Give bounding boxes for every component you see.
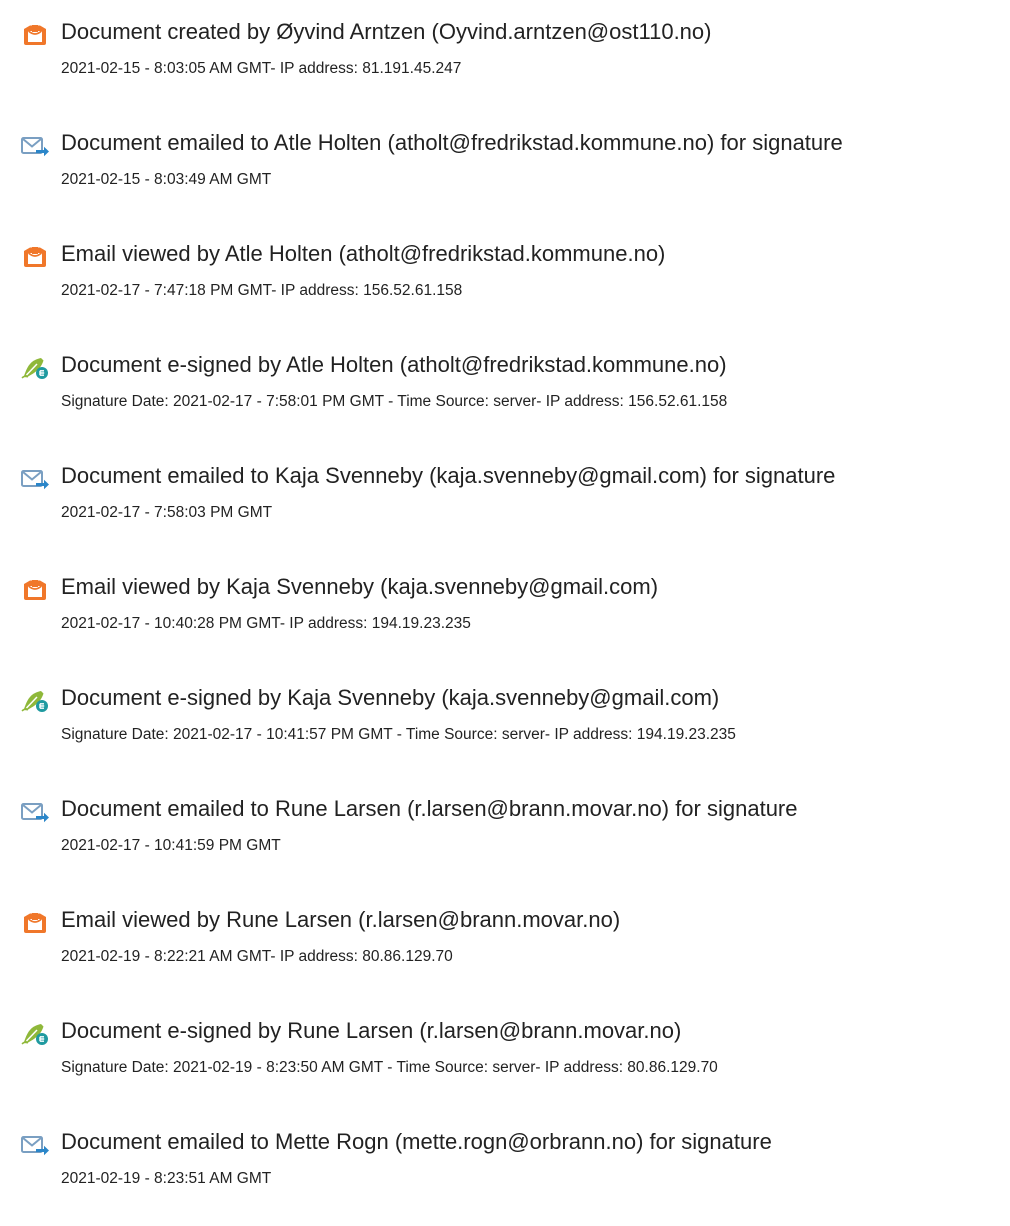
audit-event: Document e-signed by Atle Holten (atholt… <box>0 333 1010 429</box>
audit-event: Document emailed to Atle Holten (atholt@… <box>0 111 1010 207</box>
event-title: Document e-signed by Rune Larsen (r.lars… <box>61 1018 682 1043</box>
event-detail: Signature Date: 2021-02-17 - 10:41:57 PM… <box>61 726 736 743</box>
email-sent-icon <box>20 1133 50 1157</box>
audit-event: Email viewed by Kaja Svenneby (kaja.sven… <box>0 555 1010 651</box>
event-title: Document emailed to Kaja Svenneby (kaja.… <box>61 463 836 488</box>
pen-signature-icon <box>20 1022 50 1046</box>
event-detail: 2021-02-17 - 7:58:03 PM GMT <box>61 504 273 521</box>
audit-event: Document emailed to Mette Rogn (mette.ro… <box>0 1110 1010 1206</box>
event-detail: 2021-02-19 - 8:23:51 AM GMT <box>61 1170 272 1187</box>
event-title: Email viewed by Rune Larsen (r.larsen@br… <box>61 907 621 932</box>
event-detail: 2021-02-19 - 8:22:21 AM GMT- IP address:… <box>61 948 453 965</box>
event-title: Email viewed by Atle Holten (atholt@fred… <box>61 241 666 266</box>
event-detail: 2021-02-17 - 10:40:28 PM GMT- IP address… <box>61 615 471 632</box>
audit-event: Document e-signed by Rune Larsen (r.lars… <box>0 999 1010 1095</box>
event-title: Document emailed to Atle Holten (atholt@… <box>61 130 843 155</box>
email-sent-icon <box>20 134 50 158</box>
event-detail: 2021-02-15 - 8:03:49 AM GMT <box>61 171 272 188</box>
event-detail: Signature Date: 2021-02-19 - 8:23:50 AM … <box>61 1059 718 1076</box>
audit-event: Document emailed to Rune Larsen (r.larse… <box>0 777 1010 873</box>
event-title: Document emailed to Rune Larsen (r.larse… <box>61 796 798 821</box>
audit-event: Document created by Øyvind Arntzen (Oyvi… <box>0 0 1010 96</box>
pen-signature-icon <box>20 689 50 713</box>
document-view-icon <box>20 245 50 269</box>
audit-event: Document emailed to Kaja Svenneby (kaja.… <box>0 444 1010 540</box>
email-sent-icon <box>20 467 50 491</box>
event-title: Document created by Øyvind Arntzen (Oyvi… <box>61 19 712 44</box>
document-view-icon <box>20 911 50 935</box>
audit-event: Document e-signed by Kaja Svenneby (kaja… <box>0 666 1010 762</box>
document-view-icon <box>20 23 50 47</box>
event-detail: 2021-02-15 - 8:03:05 AM GMT- IP address:… <box>61 60 462 77</box>
audit-event: Email viewed by Atle Holten (atholt@fred… <box>0 222 1010 318</box>
event-title: Email viewed by Kaja Svenneby (kaja.sven… <box>61 574 659 599</box>
event-detail: 2021-02-17 - 10:41:59 PM GMT <box>61 837 281 854</box>
email-sent-icon <box>20 800 50 824</box>
document-view-icon <box>20 578 50 602</box>
event-detail: Signature Date: 2021-02-17 - 7:58:01 PM … <box>61 393 728 410</box>
event-title: Document e-signed by Kaja Svenneby (kaja… <box>61 685 720 710</box>
pen-signature-icon <box>20 356 50 380</box>
event-title: Document emailed to Mette Rogn (mette.ro… <box>61 1129 772 1154</box>
event-detail: 2021-02-17 - 7:47:18 PM GMT- IP address:… <box>61 282 463 299</box>
audit-event: Email viewed by Rune Larsen (r.larsen@br… <box>0 888 1010 984</box>
event-title: Document e-signed by Atle Holten (atholt… <box>61 352 727 377</box>
